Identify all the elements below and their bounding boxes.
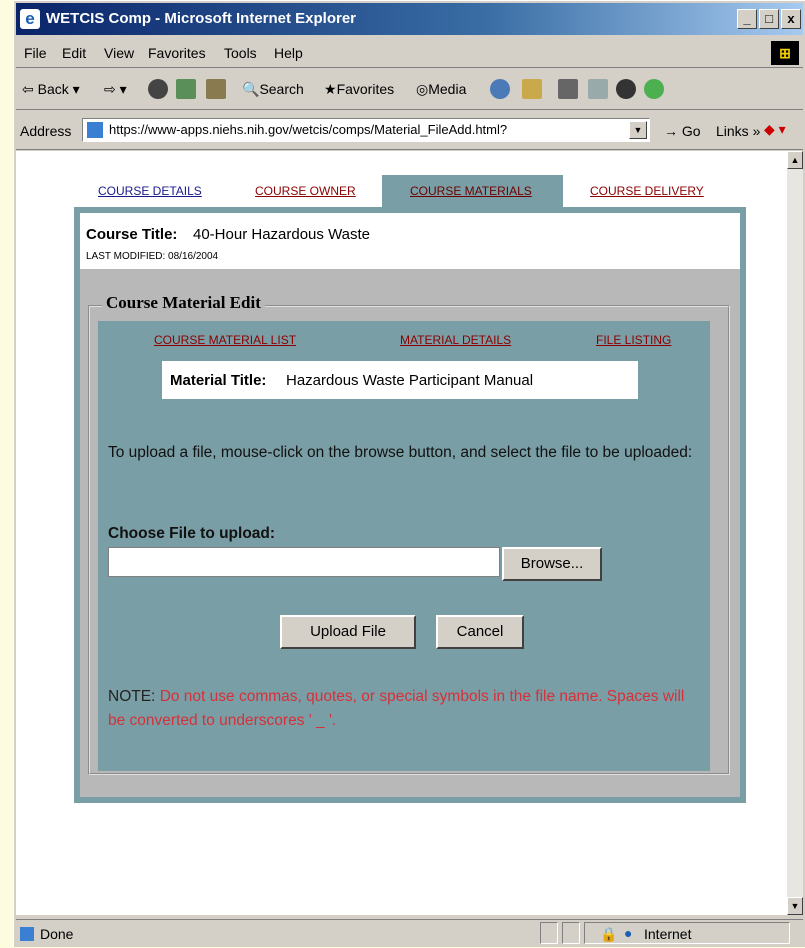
mail-icon[interactable] <box>522 79 542 99</box>
scroll-up-arrow-icon[interactable]: ▲ <box>787 151 803 169</box>
link-course-material-list[interactable]: COURSE MATERIAL LIST <box>154 333 296 347</box>
note-text: Do not use commas, quotes, or special sy… <box>108 688 685 729</box>
go-button[interactable]: → Go <box>664 123 701 139</box>
choose-file-label: Choose File to upload: <box>108 525 276 542</box>
tab-course-details[interactable]: COURSE DETAILS <box>98 184 202 198</box>
menu-favorites[interactable]: Favorites <box>148 45 206 61</box>
browse-button[interactable]: Browse... <box>502 547 602 581</box>
course-title-box: Course Title: 40-Hour Hazardous Waste LA… <box>80 213 740 269</box>
minimize-button[interactable]: _ <box>737 9 757 29</box>
links-button[interactable]: Links » <box>716 123 760 139</box>
security-zone: Internet <box>644 926 692 942</box>
menu-bar: File Edit View Favorites Tools Help ⊞ <box>16 39 803 68</box>
fieldset-legend: Course Material Edit <box>102 293 265 313</box>
address-dropdown-button[interactable]: ▼ <box>629 121 647 139</box>
messenger-icon[interactable] <box>644 79 664 99</box>
browser-window: e WETCIS Comp - Microsoft Internet Explo… <box>13 0 805 947</box>
tab-course-delivery[interactable]: COURSE DELIVERY <box>590 184 704 198</box>
search-label: Search <box>259 81 304 97</box>
page-icon <box>87 122 103 138</box>
media-button[interactable]: ◎Media <box>416 81 466 98</box>
links-label: Links <box>716 123 749 139</box>
material-title-value: Hazardous Waste Participant Manual <box>286 372 534 389</box>
upload-file-button[interactable]: Upload File <box>280 615 416 649</box>
edit-page-icon[interactable] <box>588 79 608 99</box>
discuss-icon[interactable] <box>616 79 636 99</box>
norton-icon[interactable]: ◆ ▾ <box>764 121 786 138</box>
address-url: https://www-apps.niehs.nih.gov/wetcis/co… <box>109 122 508 137</box>
upload-instructions: To upload a file, mouse-click on the bro… <box>108 444 693 461</box>
refresh-icon[interactable] <box>176 79 196 99</box>
windows-logo-icon: ⊞ <box>771 41 799 65</box>
menu-help[interactable]: Help <box>274 45 303 61</box>
toolbar: ⇦ Back ▾ ⇨ ▾ 🔍Search ★Favorites ◎Media <box>16 71 803 110</box>
note-label: NOTE: <box>108 688 156 705</box>
menu-edit[interactable]: Edit <box>62 45 86 61</box>
page-content: COURSE DETAILS COURSE OWNER COURSE MATER… <box>16 151 788 915</box>
title-bar: e WETCIS Comp - Microsoft Internet Explo… <box>16 3 803 35</box>
go-label: Go <box>681 123 701 139</box>
maximize-button[interactable]: □ <box>759 9 779 29</box>
material-title-label: Material Title: <box>170 372 267 389</box>
stop-icon[interactable] <box>148 79 168 99</box>
material-edit-form: COURSE MATERIAL LIST MATERIAL DETAILS FI… <box>98 321 710 771</box>
status-text: Done <box>40 926 74 942</box>
menu-tools[interactable]: Tools <box>224 45 257 61</box>
course-title-value: 40-Hour Hazardous Waste <box>193 226 371 243</box>
favorites-label: Favorites <box>336 81 395 97</box>
close-button[interactable]: x <box>781 9 801 29</box>
page-status-icon <box>20 927 34 941</box>
print-icon[interactable] <box>558 79 578 99</box>
address-input[interactable]: https://www-apps.niehs.nih.gov/wetcis/co… <box>82 118 650 142</box>
link-file-listing[interactable]: FILE LISTING <box>596 333 671 347</box>
material-title-box: Material Title: Hazardous Waste Particip… <box>162 361 638 399</box>
status-bar: Done 🔒 ● Internet <box>16 919 803 948</box>
address-bar: Address https://www-apps.niehs.nih.gov/w… <box>16 113 803 150</box>
link-material-details[interactable]: MATERIAL DETAILS <box>400 333 511 347</box>
upload-note: NOTE: Do not use commas, quotes, or spec… <box>108 685 698 733</box>
tab-course-owner[interactable]: COURSE OWNER <box>255 184 356 198</box>
ie-logo-icon: e <box>20 9 40 29</box>
status-cell <box>562 922 580 944</box>
back-button[interactable]: ⇦ Back ▾ <box>22 81 80 98</box>
last-modified: LAST MODIFIED: 08/16/2004 <box>86 251 219 262</box>
status-cell <box>540 922 558 944</box>
tab-course-materials[interactable]: COURSE MATERIALS <box>410 184 532 198</box>
history-icon[interactable] <box>490 79 510 99</box>
globe-icon: ● <box>624 925 633 941</box>
favorites-button[interactable]: ★Favorites <box>324 81 394 98</box>
scroll-down-arrow-icon[interactable]: ▼ <box>787 897 803 915</box>
course-title-label: Course Title: <box>86 226 178 243</box>
course-panel: Course Title: 40-Hour Hazardous Waste LA… <box>74 207 746 803</box>
menu-file[interactable]: File <box>24 45 47 61</box>
cancel-button[interactable]: Cancel <box>436 615 524 649</box>
back-label: Back <box>37 81 69 97</box>
lock-icon: 🔒 <box>600 926 618 942</box>
file-path-input[interactable] <box>108 547 500 577</box>
vertical-scrollbar[interactable]: ▲ ▼ <box>787 151 803 915</box>
address-label: Address <box>20 123 72 139</box>
forward-button[interactable]: ⇨ ▾ <box>104 81 127 98</box>
media-label: Media <box>428 81 467 97</box>
home-icon[interactable] <box>206 79 226 99</box>
menu-view[interactable]: View <box>104 45 134 61</box>
search-button[interactable]: 🔍Search <box>242 81 304 98</box>
window-title: WETCIS Comp - Microsoft Internet Explore… <box>46 10 357 27</box>
